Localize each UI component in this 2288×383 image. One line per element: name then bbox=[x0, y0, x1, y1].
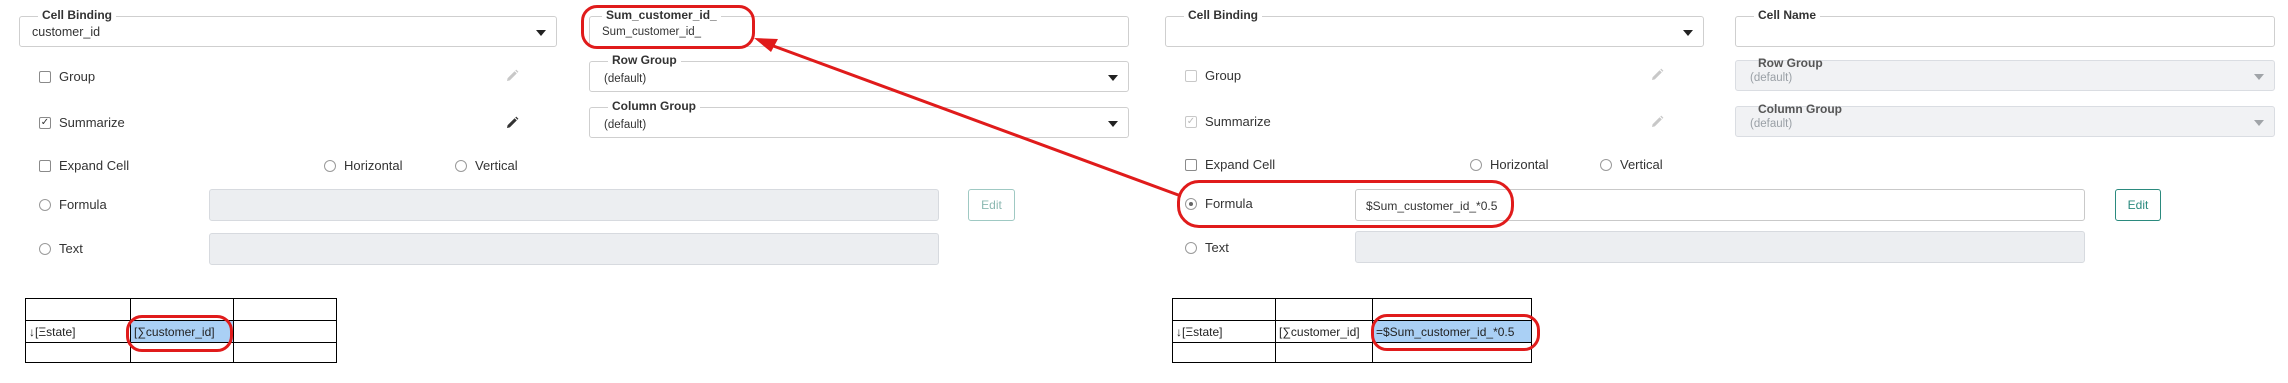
table-row: ↓[Ξstate] [∑customer_id] bbox=[25, 320, 337, 343]
grid-cell-state[interactable]: ↓[Ξstate] bbox=[1172, 320, 1276, 343]
grid-cell[interactable] bbox=[130, 342, 234, 363]
left-expand-cell-label: Expand Cell bbox=[59, 158, 130, 173]
right-row-group-value: (default) bbox=[1750, 72, 1793, 84]
grid-cell-customer-id[interactable]: [∑customer_id] bbox=[130, 320, 234, 343]
right-group-label: Group bbox=[1205, 68, 1242, 83]
left-cell-name-value: Sum_customer_id_ bbox=[602, 26, 702, 38]
right-vertical-radio[interactable] bbox=[1600, 159, 1612, 171]
right-row-group-select[interactable]: Row Group (default) bbox=[1735, 56, 2275, 91]
left-cell-name-field[interactable]: Sum_customer_id_ Sum_customer_id_ bbox=[589, 8, 1129, 47]
table-row: ↓[Ξstate] [∑customer_id] =$Sum_customer_… bbox=[1172, 320, 1532, 343]
right-cell-binding-legend: Cell Binding bbox=[1184, 8, 1262, 22]
right-expand-cell-label: Expand Cell bbox=[1205, 157, 1276, 172]
left-row-group-legend: Row Group bbox=[608, 53, 681, 67]
table-row bbox=[25, 342, 337, 363]
left-cell-binding-legend: Cell Binding bbox=[38, 8, 116, 22]
right-edit-button[interactable]: Edit bbox=[2115, 189, 2161, 221]
grid-cell-formula[interactable]: =$Sum_customer_id_*0.5 bbox=[1372, 320, 1532, 343]
left-column-group-value: (default) bbox=[604, 119, 647, 131]
left-edit-button[interactable]: Edit bbox=[968, 189, 1015, 221]
left-cell-binding-value: customer_id bbox=[32, 25, 101, 39]
table-row bbox=[1172, 298, 1532, 321]
pencil-icon[interactable] bbox=[505, 116, 519, 130]
chevron-down-icon bbox=[1683, 29, 1693, 36]
left-row-group-select[interactable]: Row Group (default) bbox=[589, 53, 1129, 92]
left-column-group-legend: Column Group bbox=[608, 99, 700, 113]
right-formula-label: Formula bbox=[1205, 196, 1253, 211]
right-column-group-value: (default) bbox=[1750, 118, 1793, 130]
chevron-down-icon bbox=[1108, 74, 1118, 81]
right-summarize-label: Summarize bbox=[1205, 114, 1271, 129]
right-cell-name-legend: Cell Name bbox=[1754, 8, 1821, 22]
left-row-group-value: (default) bbox=[604, 73, 647, 85]
grid-cell[interactable] bbox=[1275, 298, 1373, 321]
right-expand-cell-checkbox[interactable] bbox=[1185, 159, 1197, 171]
left-summarize-checkbox[interactable]: ✓ bbox=[39, 117, 51, 129]
right-column-group-legend: Column Group bbox=[1758, 102, 1842, 116]
right-formula-input[interactable]: $Sum_customer_id_*0.5 bbox=[1355, 189, 2085, 221]
right-text-input[interactable] bbox=[1355, 231, 2085, 263]
left-vertical-radio[interactable] bbox=[455, 160, 467, 172]
grid-cell[interactable] bbox=[1275, 342, 1373, 363]
grid-cell[interactable] bbox=[130, 298, 234, 321]
left-report-grid: ↓[Ξstate] [∑customer_id] bbox=[25, 298, 337, 363]
left-expand-cell-checkbox[interactable] bbox=[39, 160, 51, 172]
table-row bbox=[25, 298, 337, 321]
grid-cell[interactable] bbox=[1372, 342, 1532, 363]
right-cell-binding-select[interactable]: Cell Binding bbox=[1165, 8, 1704, 47]
pencil-icon[interactable] bbox=[505, 69, 519, 83]
grid-cell[interactable] bbox=[25, 342, 131, 363]
chevron-down-icon bbox=[1108, 120, 1118, 127]
grid-cell[interactable] bbox=[1372, 298, 1532, 321]
right-summarize-checkbox[interactable]: ✓ bbox=[1185, 116, 1197, 128]
left-cell-binding-select[interactable]: Cell Binding customer_id bbox=[19, 8, 557, 47]
left-formula-radio[interactable] bbox=[39, 199, 51, 211]
table-row bbox=[1172, 342, 1532, 363]
left-text-input[interactable] bbox=[209, 233, 939, 265]
left-vertical-label: Vertical bbox=[475, 158, 518, 173]
right-vertical-label: Vertical bbox=[1620, 157, 1663, 172]
left-group-label: Group bbox=[59, 69, 96, 84]
grid-cell[interactable] bbox=[1172, 298, 1276, 321]
right-horizontal-label: Horizontal bbox=[1490, 157, 1549, 172]
right-text-radio[interactable] bbox=[1185, 242, 1197, 254]
right-horizontal-radio[interactable] bbox=[1470, 159, 1482, 171]
left-column-group-select[interactable]: Column Group (default) bbox=[589, 99, 1129, 138]
left-formula-label: Formula bbox=[59, 197, 107, 212]
left-text-label: Text bbox=[59, 241, 83, 256]
grid-cell[interactable] bbox=[25, 298, 131, 321]
right-report-grid: ↓[Ξstate] [∑customer_id] =$Sum_customer_… bbox=[1172, 298, 1532, 363]
chevron-down-icon bbox=[2254, 73, 2264, 80]
left-formula-input[interactable] bbox=[209, 189, 939, 221]
right-formula-radio[interactable] bbox=[1185, 198, 1197, 210]
right-formula-value: $Sum_customer_id_*0.5 bbox=[1366, 199, 1498, 213]
left-summarize-label: Summarize bbox=[59, 115, 125, 130]
right-text-label: Text bbox=[1205, 240, 1229, 255]
pencil-icon[interactable] bbox=[1650, 68, 1664, 82]
left-cell-name-legend: Sum_customer_id_ bbox=[602, 8, 721, 22]
chevron-down-icon bbox=[2254, 119, 2264, 126]
left-horizontal-label: Horizontal bbox=[344, 158, 403, 173]
left-horizontal-radio[interactable] bbox=[324, 160, 336, 172]
grid-cell[interactable] bbox=[233, 298, 337, 321]
grid-cell[interactable] bbox=[233, 320, 337, 343]
grid-cell-customer-id[interactable]: [∑customer_id] bbox=[1275, 320, 1373, 343]
left-text-radio[interactable] bbox=[39, 243, 51, 255]
left-group-checkbox[interactable] bbox=[39, 71, 51, 83]
grid-cell[interactable] bbox=[233, 342, 337, 363]
right-group-checkbox[interactable] bbox=[1185, 70, 1197, 82]
chevron-down-icon bbox=[536, 29, 546, 36]
right-cell-name-field[interactable]: Cell Name bbox=[1735, 8, 2275, 47]
pencil-icon[interactable] bbox=[1650, 115, 1664, 129]
right-row-group-legend: Row Group bbox=[1758, 56, 1823, 70]
grid-cell-state[interactable]: ↓[Ξstate] bbox=[25, 320, 131, 343]
grid-cell[interactable] bbox=[1172, 342, 1276, 363]
right-column-group-select[interactable]: Column Group (default) bbox=[1735, 102, 2275, 137]
